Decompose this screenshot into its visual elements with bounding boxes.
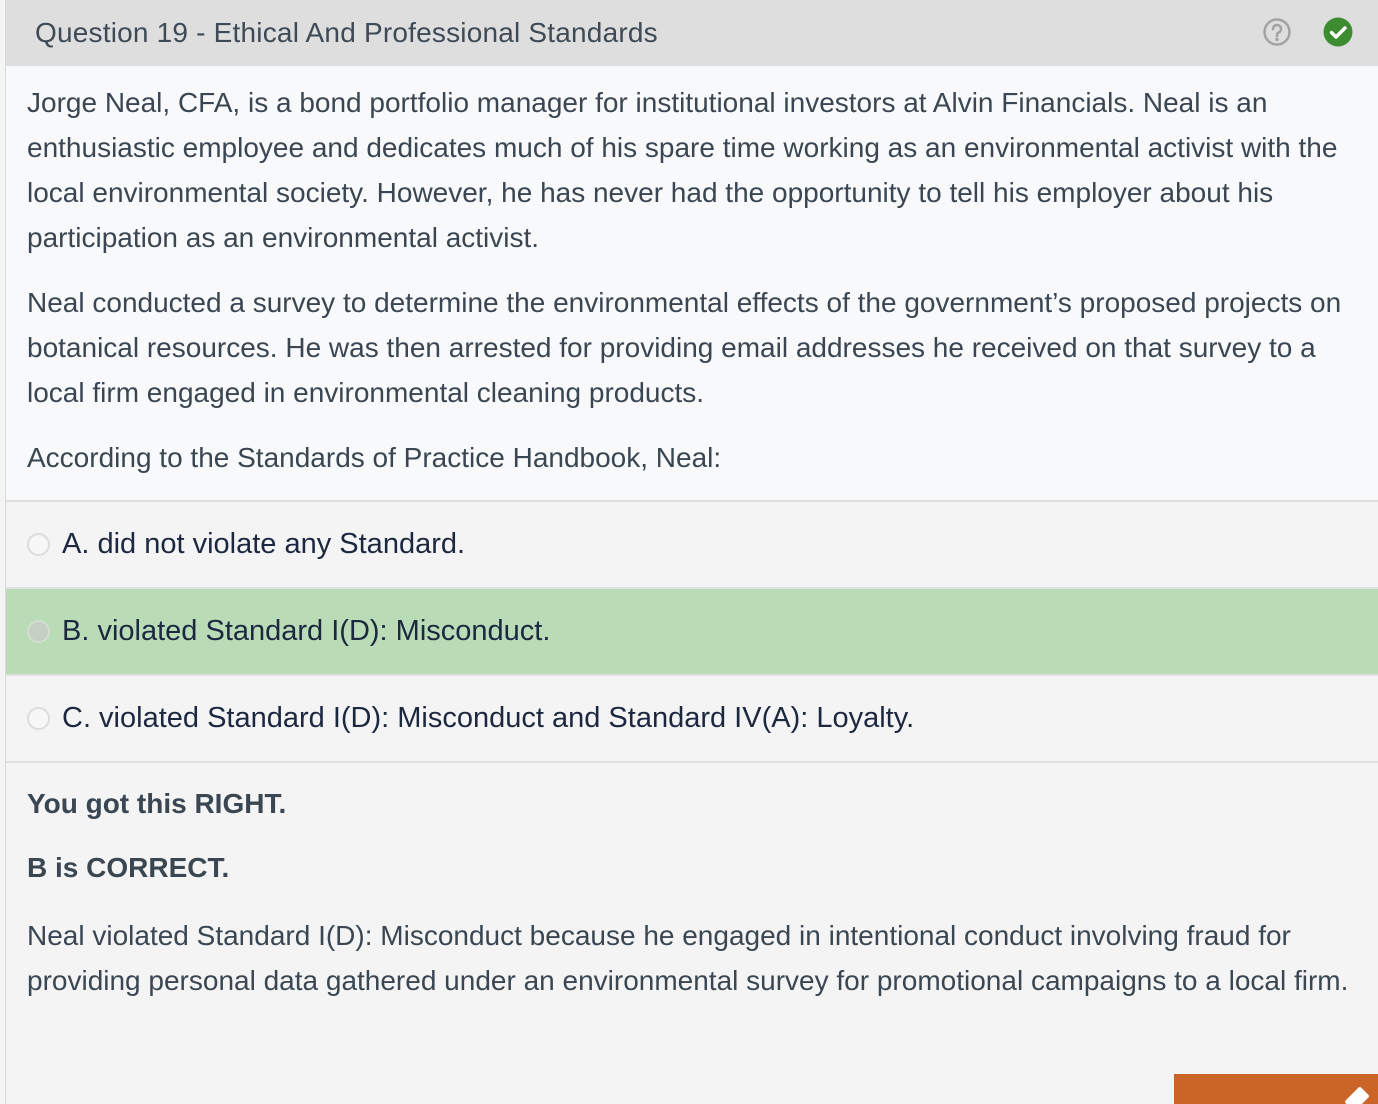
pencil-icon <box>1344 1086 1370 1104</box>
radio-button[interactable] <box>27 620 50 643</box>
radio-button[interactable] <box>27 533 50 556</box>
option-label: C. violated Standard I(D): Misconduct an… <box>62 702 915 734</box>
option-label: B. violated Standard I(D): Misconduct. <box>62 615 551 647</box>
edit-note-button[interactable] <box>1174 1074 1378 1104</box>
answer-option-c[interactable]: C. violated Standard I(D): Misconduct an… <box>6 676 1378 763</box>
check-circle-icon <box>1323 17 1353 47</box>
explanation: You got this RIGHT. B is CORRECT. Neal v… <box>6 763 1378 1003</box>
result-text: You got this RIGHT. <box>27 788 287 819</box>
answer-option-b[interactable]: B. violated Standard I(D): Misconduct. <box>6 589 1378 676</box>
radio-button[interactable] <box>27 707 50 730</box>
explanation-text: Neal violated Standard I(D): Misconduct … <box>27 920 1349 996</box>
question-title: Question 19 - Ethical And Professional S… <box>35 17 658 48</box>
correct-answer-text: B is CORRECT. <box>27 852 230 883</box>
question-panel: Question 19 - Ethical And Professional S… <box>5 0 1378 1104</box>
question-paragraph: Jorge Neal, CFA, is a bond portfolio man… <box>27 87 1338 253</box>
question-header: Question 19 - Ethical And Professional S… <box>6 0 1378 66</box>
question-stem: Jorge Neal, CFA, is a bond portfolio man… <box>6 66 1378 502</box>
question-paragraph: Neal conducted a survey to determine the… <box>27 287 1342 408</box>
option-label: A. did not violate any Standard. <box>62 528 466 560</box>
answer-option-a[interactable]: A. did not violate any Standard. <box>6 502 1378 589</box>
question-circle-icon[interactable] <box>1262 17 1292 47</box>
question-prompt: According to the Standards of Practice H… <box>27 442 722 473</box>
